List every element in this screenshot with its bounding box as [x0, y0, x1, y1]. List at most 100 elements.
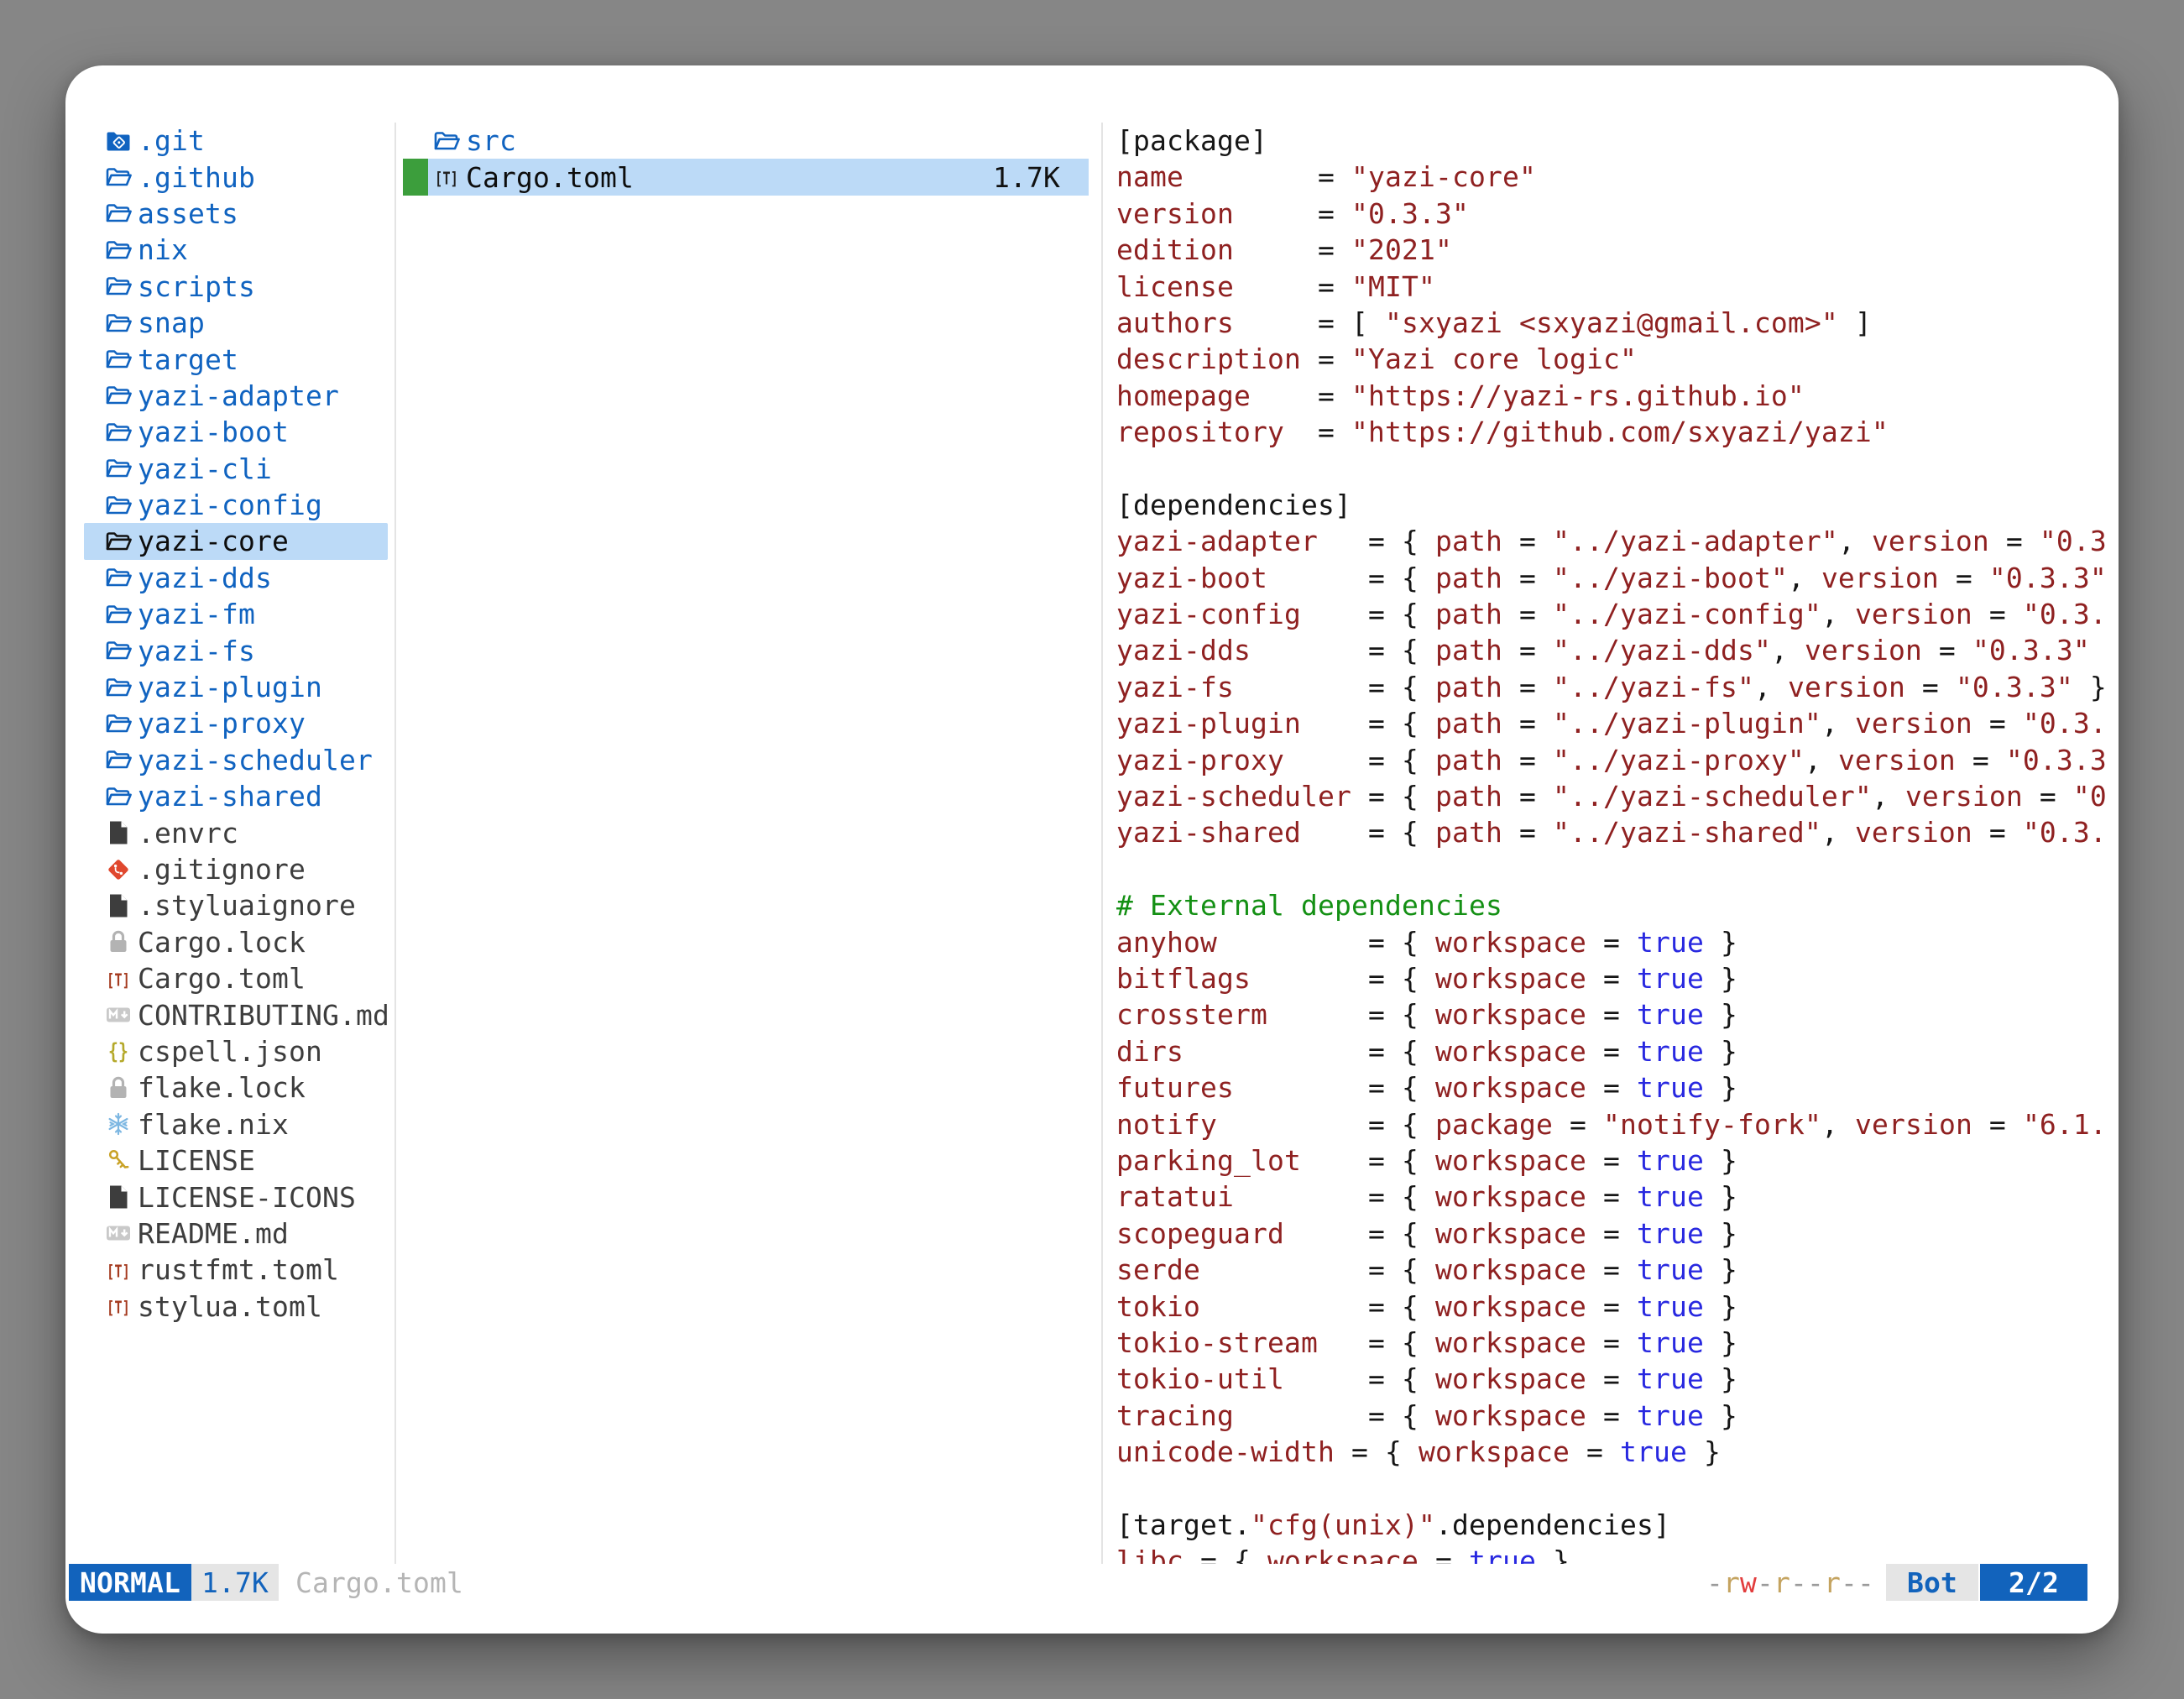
- preview-line: crossterm = { workspace = true }: [1116, 996, 2107, 1032]
- sidebar-item-yazi-config[interactable]: yazi-config: [84, 487, 388, 523]
- sidebar-item-label: .git: [138, 124, 205, 157]
- preview-line: scopeguard = { workspace = true }: [1116, 1215, 2107, 1252]
- sidebar-item-LICENSE-ICONS[interactable]: LICENSE-ICONS: [84, 1179, 388, 1215]
- sidebar-item-CONTRIBUTING.md[interactable]: CONTRIBUTING.md: [84, 996, 388, 1032]
- sidebar-item-cspell.json[interactable]: {}cspell.json: [84, 1033, 388, 1069]
- sidebar-item-.styluaignore[interactable]: .styluaignore: [84, 887, 388, 923]
- svg-text:[T]: [T]: [107, 1298, 130, 1318]
- current-directory-pane: src[T]Cargo.toml1.7K: [396, 123, 1103, 1564]
- sidebar-item-.gitignore[interactable]: .gitignore: [84, 851, 388, 887]
- sidebar-item-label: target: [138, 343, 238, 376]
- folder-open-icon: [105, 674, 132, 701]
- sidebar-item-yazi-proxy[interactable]: yazi-proxy: [84, 705, 388, 741]
- status-filename: Cargo.toml: [295, 1566, 463, 1599]
- preview-line: yazi-adapter = { path = "../yazi-adapter…: [1116, 523, 2107, 559]
- sidebar-item-Cargo.lock[interactable]: Cargo.lock: [84, 924, 388, 960]
- folder-open-icon: [105, 710, 132, 737]
- toml-icon: [T]: [433, 164, 460, 191]
- sidebar-item-label: .styluaignore: [138, 889, 356, 922]
- sidebar-item-label: flake.lock: [138, 1071, 306, 1104]
- preview-line: version = "0.3.3": [1116, 196, 2107, 232]
- svg-text:{}: {}: [108, 1039, 128, 1064]
- preview-line: libc = { workspace = true }: [1116, 1543, 2107, 1564]
- folder-open-icon: [105, 164, 132, 191]
- cursor-bar: [403, 123, 428, 159]
- sidebar-item-yazi-scheduler[interactable]: yazi-scheduler: [84, 742, 388, 778]
- sidebar-item-rustfmt.toml[interactable]: [T]rustfmt.toml: [84, 1252, 388, 1288]
- json-icon: {}: [105, 1038, 132, 1064]
- sidebar-item-snap[interactable]: snap: [84, 305, 388, 341]
- sidebar-item-flake.nix[interactable]: flake.nix: [84, 1106, 388, 1142]
- svg-text:[T]: [T]: [107, 970, 130, 990]
- sidebar-item-label: yazi-adapter: [138, 379, 339, 412]
- sidebar-item-label: yazi-core: [138, 525, 289, 557]
- sidebar-item-label: rustfmt.toml: [138, 1253, 339, 1286]
- sidebar-item-yazi-boot[interactable]: yazi-boot: [84, 414, 388, 450]
- sidebar-item-yazi-shared[interactable]: yazi-shared: [84, 778, 388, 814]
- file-icon: [105, 819, 132, 846]
- sidebar-item-target[interactable]: target: [84, 341, 388, 377]
- toml-icon: [T]: [105, 1293, 132, 1320]
- sidebar-item-yazi-adapter[interactable]: yazi-adapter: [84, 378, 388, 414]
- sidebar-item-yazi-fs[interactable]: yazi-fs: [84, 632, 388, 668]
- preview-line: futures = { workspace = true }: [1116, 1069, 2107, 1106]
- sidebar-item-label: LICENSE: [138, 1144, 255, 1177]
- sidebar-item-label: flake.nix: [138, 1108, 289, 1141]
- sidebar-item-label: snap: [138, 306, 205, 339]
- sidebar-item-label: LICENSE-ICONS: [138, 1181, 356, 1214]
- sidebar-item-label: .envrc: [138, 817, 238, 850]
- preview-line: anyhow = { workspace = true }: [1116, 924, 2107, 960]
- folder-open-icon: [105, 455, 132, 482]
- sidebar-item-.git[interactable]: .git: [84, 123, 388, 159]
- preview-line: authors = [ "sxyazi <sxyazi@gmail.com>" …: [1116, 305, 2107, 341]
- preview-line: [target."cfg(unix)".dependencies]: [1116, 1507, 2107, 1543]
- preview-line: serde = { workspace = true }: [1116, 1252, 2107, 1288]
- sidebar-item-label: scripts: [138, 270, 255, 303]
- sidebar-item-label: .gitignore: [138, 853, 306, 886]
- sidebar-item-yazi-fm[interactable]: yazi-fm: [84, 596, 388, 632]
- sidebar-item-label: Cargo.toml: [138, 962, 306, 995]
- toml-icon: [T]: [105, 1257, 132, 1283]
- preview-line: repository = "https://github.com/sxyazi/…: [1116, 414, 2107, 450]
- preview-line: description = "Yazi core logic": [1116, 341, 2107, 377]
- markdown-icon: [105, 1220, 132, 1247]
- sidebar-item-yazi-dds[interactable]: yazi-dds: [84, 560, 388, 596]
- markdown-icon: [105, 1001, 132, 1028]
- sidebar-item-nix[interactable]: nix: [84, 232, 388, 268]
- sidebar-item-LICENSE[interactable]: LICENSE: [84, 1142, 388, 1179]
- preview-line: tokio-util = { workspace = true }: [1116, 1361, 2107, 1397]
- sidebar-item-yazi-core[interactable]: yazi-core: [84, 523, 388, 559]
- sidebar-item-Cargo.toml[interactable]: [T] Cargo.toml: [84, 960, 388, 996]
- sidebar-item-flake.lock[interactable]: flake.lock: [84, 1069, 388, 1106]
- sidebar-item-label: stylua.toml: [138, 1290, 322, 1323]
- permissions-indicator: -rw-r--r--: [1706, 1566, 1874, 1599]
- preview-line: bitflags = { workspace = true }: [1116, 960, 2107, 996]
- sidebar-item-label: yazi-plugin: [138, 671, 322, 703]
- folder-open-icon: [105, 601, 132, 628]
- preview-line: # External dependencies: [1116, 887, 2107, 923]
- git-icon: [105, 856, 132, 883]
- sidebar-item-.github[interactable]: .github: [84, 159, 388, 195]
- preview-line: yazi-scheduler = { path = "../yazi-sched…: [1116, 778, 2107, 814]
- status-right-group: -rw-r--r-- Bot 2/2: [1706, 1564, 2087, 1601]
- sidebar-item-stylua.toml[interactable]: [T] stylua.toml: [84, 1289, 388, 1325]
- sidebar-item-assets[interactable]: assets: [84, 196, 388, 232]
- preview-line: yazi-fs = { path = "../yazi-fs", version…: [1116, 669, 2107, 705]
- preview-line: notify = { package = "notify-fork", vers…: [1116, 1106, 2107, 1142]
- folder-open-icon: [105, 237, 132, 264]
- sidebar-item-scripts[interactable]: scripts: [84, 269, 388, 305]
- folder-open-icon: [105, 746, 132, 773]
- file-row-src[interactable]: src: [403, 123, 1089, 159]
- sidebar-item-yazi-cli[interactable]: yazi-cli: [84, 451, 388, 487]
- toml-icon: [T]: [105, 965, 132, 992]
- preview-line: [1116, 451, 2107, 487]
- cursor-bar: [403, 159, 428, 195]
- preview-line: [package]: [1116, 123, 2107, 159]
- preview-line: license = "MIT": [1116, 269, 2107, 305]
- file-row-Cargo.toml[interactable]: [T]Cargo.toml1.7K: [403, 159, 1089, 195]
- sidebar-item-yazi-plugin[interactable]: yazi-plugin: [84, 669, 388, 705]
- folder-open-icon: [105, 346, 132, 373]
- preview-line: ratatui = { workspace = true }: [1116, 1179, 2107, 1215]
- sidebar-item-.envrc[interactable]: .envrc: [84, 814, 388, 850]
- sidebar-item-README.md[interactable]: README.md: [84, 1215, 388, 1252]
